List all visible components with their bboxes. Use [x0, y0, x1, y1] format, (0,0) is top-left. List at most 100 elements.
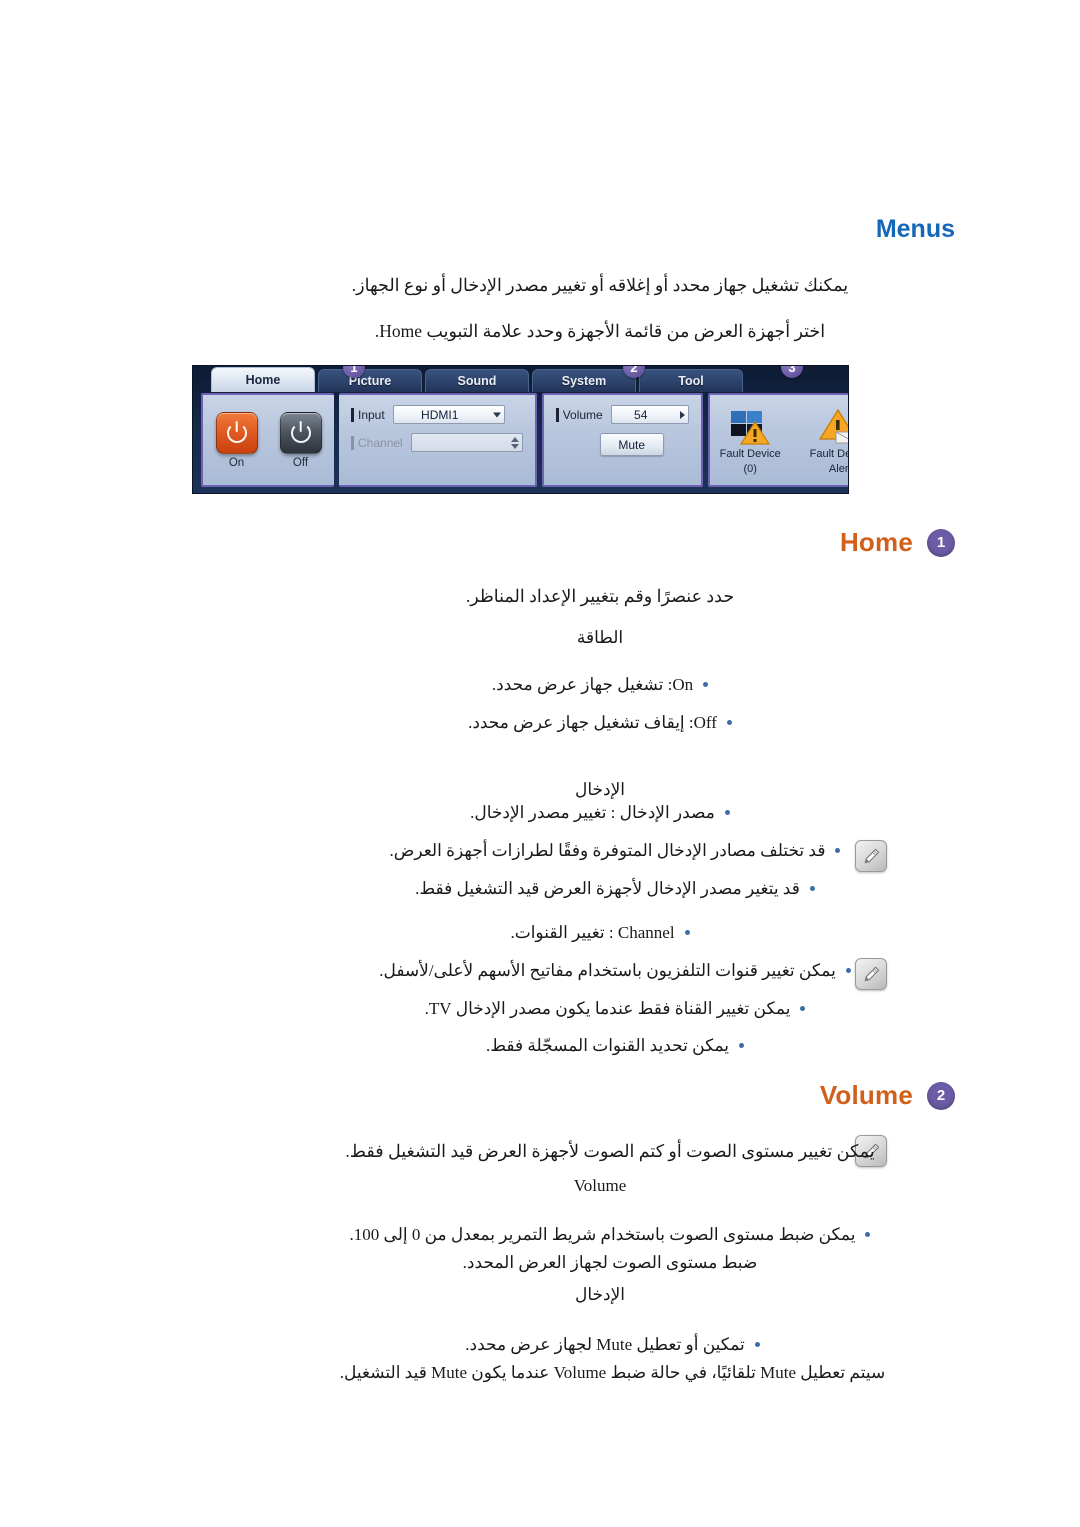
list-item-text: يمكن ضبط مستوى الصوت باستخدام شريط التمر…: [349, 1225, 856, 1244]
tab-sound[interactable]: Sound: [425, 369, 529, 392]
volume-panel: Volume 54 Mute: [541, 393, 703, 487]
input-select-value: HDMI1: [421, 407, 459, 422]
bullet-dot: [739, 1043, 745, 1048]
tab-picture[interactable]: Picture: [318, 369, 422, 392]
list-item: قد تختلف مصادر الإدخال المتوفرة وفقًا لط…: [275, 838, 955, 864]
fault-device-label: Fault Device: [719, 448, 781, 461]
mute-button[interactable]: Mute: [599, 433, 664, 456]
menu-tab-bar: Home Picture Sound System Tool: [193, 366, 848, 392]
page-title: Menus: [875, 215, 955, 243]
home-lead-text: حدد عنصرًا وقم بتغيير الإعداد المناظر.: [465, 586, 735, 606]
fault-alert-label: Fault Device: [809, 448, 848, 461]
volume-sub-label: Volume: [573, 1176, 627, 1195]
spinner-icon: [510, 436, 519, 449]
input-row: Input HDMI1: [351, 405, 523, 424]
tab-home[interactable]: Home: [211, 367, 315, 392]
bullet-dot: [865, 1232, 871, 1237]
input-channel-panel: Input HDMI1 Channel: [339, 393, 537, 487]
bullet-dot: [726, 719, 732, 725]
volume-value: 54: [634, 407, 648, 422]
volume-input-label: الإدخال: [574, 1285, 626, 1304]
list-item: يمكن تغيير القناة فقط عندما يكون مصدر ال…: [275, 996, 955, 1022]
mute-bullets: تمكين أو تعطيل Mute لجهاز عرض محدد. سيتم…: [240, 1332, 985, 1397]
home-power-label: الطاقة: [576, 628, 624, 647]
fault-alert-sublabel: Alert: [828, 463, 848, 475]
volume-label: Volume: [555, 407, 603, 422]
power-icon: [226, 422, 247, 443]
list-item: تمكين أو تعطيل Mute لجهاز عرض محدد.: [240, 1332, 985, 1358]
list-item: Channel : تغيير القنوات.: [245, 920, 955, 946]
list-item-text: قد تختلف مصادر الإدخال المتوفرة وفقًا لط…: [389, 841, 826, 860]
power-panel: On Off: [201, 393, 334, 487]
tab-tool[interactable]: Tool: [639, 369, 743, 392]
volume-row: Volume 54: [555, 405, 689, 424]
section-heading-volume: Volume 2: [820, 1080, 955, 1111]
list-item: قد يتغير مصدر الإدخال لأجهزة العرض قيد ا…: [275, 876, 955, 902]
document-page: Menus يمكنك تشغيل جهاز محدد أو إغلاقه أو…: [0, 0, 1080, 1527]
menu-panels: On Off Input HDMI1 Channel Volume 54 Mut…: [201, 393, 848, 487]
home-power-bullets: On: تشغيل جهاز عرض محدد. Off: إيقاف تشغي…: [245, 672, 955, 747]
list-item-text: تمكين أو تعطيل Mute لجهاز عرض محدد.: [465, 1335, 745, 1354]
bullet-dot: [809, 885, 815, 891]
home-input-notes: قد تختلف مصادر الإدخال المتوفرة وفقًا لط…: [275, 838, 955, 913]
power-on-label: On: [228, 456, 245, 469]
tab-tool-label: Tool: [678, 374, 704, 388]
tab-home-label: Home: [245, 373, 281, 387]
list-item-text: يمكن تحديد القنوات المسجّلة فقط.: [485, 1036, 730, 1055]
home-input-bullets: مصدر الإدخال : تغيير مصدر الإدخال.: [245, 800, 955, 838]
section-title-volume: Volume: [819, 1080, 913, 1110]
input-select[interactable]: HDMI1: [392, 405, 505, 424]
power-on-group[interactable]: On: [215, 411, 258, 469]
list-item-text: يمكن تغيير قنوات التلفزيون باستخدام مفات…: [379, 961, 836, 980]
home-channel-notes: يمكن تغيير قنوات التلفزيون باستخدام مفات…: [275, 958, 955, 1071]
bullet-dot: [724, 810, 730, 815]
chevron-down-icon: [492, 412, 501, 417]
list-item-continuation: ضبط مستوى الصوت لجهاز العرض المحدد.: [462, 1252, 758, 1272]
list-item-continuation: سيتم تعطيل Mute تلقائيًا، في حالة ضبط Vo…: [339, 1362, 886, 1382]
volume-value-box[interactable]: 54: [610, 405, 689, 424]
channel-label: Channel: [351, 435, 403, 450]
intro-paragraph-1: يمكنك تشغيل جهاز محدد أو إغلاقه أو تغيير…: [351, 275, 849, 295]
power-off-button[interactable]: [279, 411, 322, 454]
fault-alert-icon: [818, 404, 848, 446]
section-title-home: Home: [839, 527, 913, 557]
list-item: يمكن ضبط مستوى الصوت باستخدام شريط التمر…: [245, 1222, 975, 1248]
tab-sound-label: Sound: [457, 374, 497, 388]
fault-panel: Fault Device (0) Fault Device: [707, 393, 848, 487]
list-item-text: قد يتغير مصدر الإدخال لأجهزة العرض قيد ا…: [415, 878, 800, 898]
fault-device-icon: [729, 404, 771, 446]
tab-system-label: System: [561, 374, 607, 388]
list-item: On: تشغيل جهاز عرض محدد.: [245, 672, 955, 698]
list-item: Off: إيقاف تشغيل جهاز عرض محدد.: [245, 710, 955, 736]
section-badge-home: 1: [927, 528, 955, 557]
volume-bullets: يمكن ضبط مستوى الصوت باستخدام شريط التمر…: [245, 1222, 975, 1287]
bullet-dot: [754, 1342, 760, 1347]
power-off-group[interactable]: Off: [279, 411, 322, 469]
home-channel-bullet: Channel : تغيير القنوات.: [245, 920, 955, 958]
power-off-label: Off: [292, 456, 309, 469]
section-heading-home: Home 1: [840, 527, 955, 558]
list-item-text: On: تشغيل جهاز عرض محدد.: [491, 675, 694, 694]
list-item-text: Channel : تغيير القنوات.: [510, 923, 675, 942]
volume-note-text: يمكن تغيير مستوى الصوت أو كتم الصوت لأجه…: [345, 1141, 875, 1161]
power-icon: [290, 422, 311, 443]
channel-row: Channel: [351, 433, 523, 452]
home-input-label: الإدخال: [574, 780, 626, 799]
section-badge-volume: 2: [927, 1081, 955, 1110]
power-on-button[interactable]: [215, 411, 258, 454]
tv-menu-screenshot: Home Picture Sound System Tool On Off In…: [193, 366, 848, 493]
bullet-dot: [800, 1005, 806, 1011]
bullet-dot: [835, 848, 841, 853]
list-item: يمكن تغيير قنوات التلفزيون باستخدام مفات…: [275, 958, 955, 984]
fault-device-count: (0): [743, 463, 757, 475]
tab-system[interactable]: System: [532, 369, 636, 392]
fault-device-item[interactable]: Fault Device (0): [711, 404, 789, 475]
list-item: يمكن تحديد القنوات المسجّلة فقط.: [275, 1033, 955, 1059]
list-item: مصدر الإدخال : تغيير مصدر الإدخال.: [245, 800, 955, 826]
channel-stepper[interactable]: [410, 433, 523, 452]
fault-alert-item[interactable]: Fault Device Alert: [801, 404, 848, 475]
bullet-dot: [703, 682, 709, 687]
mute-button-label: Mute: [618, 437, 646, 452]
list-item-text: Off: إيقاف تشغيل جهاز عرض محدد.: [468, 712, 717, 732]
list-item-text: مصدر الإدخال : تغيير مصدر الإدخال.: [470, 803, 715, 822]
